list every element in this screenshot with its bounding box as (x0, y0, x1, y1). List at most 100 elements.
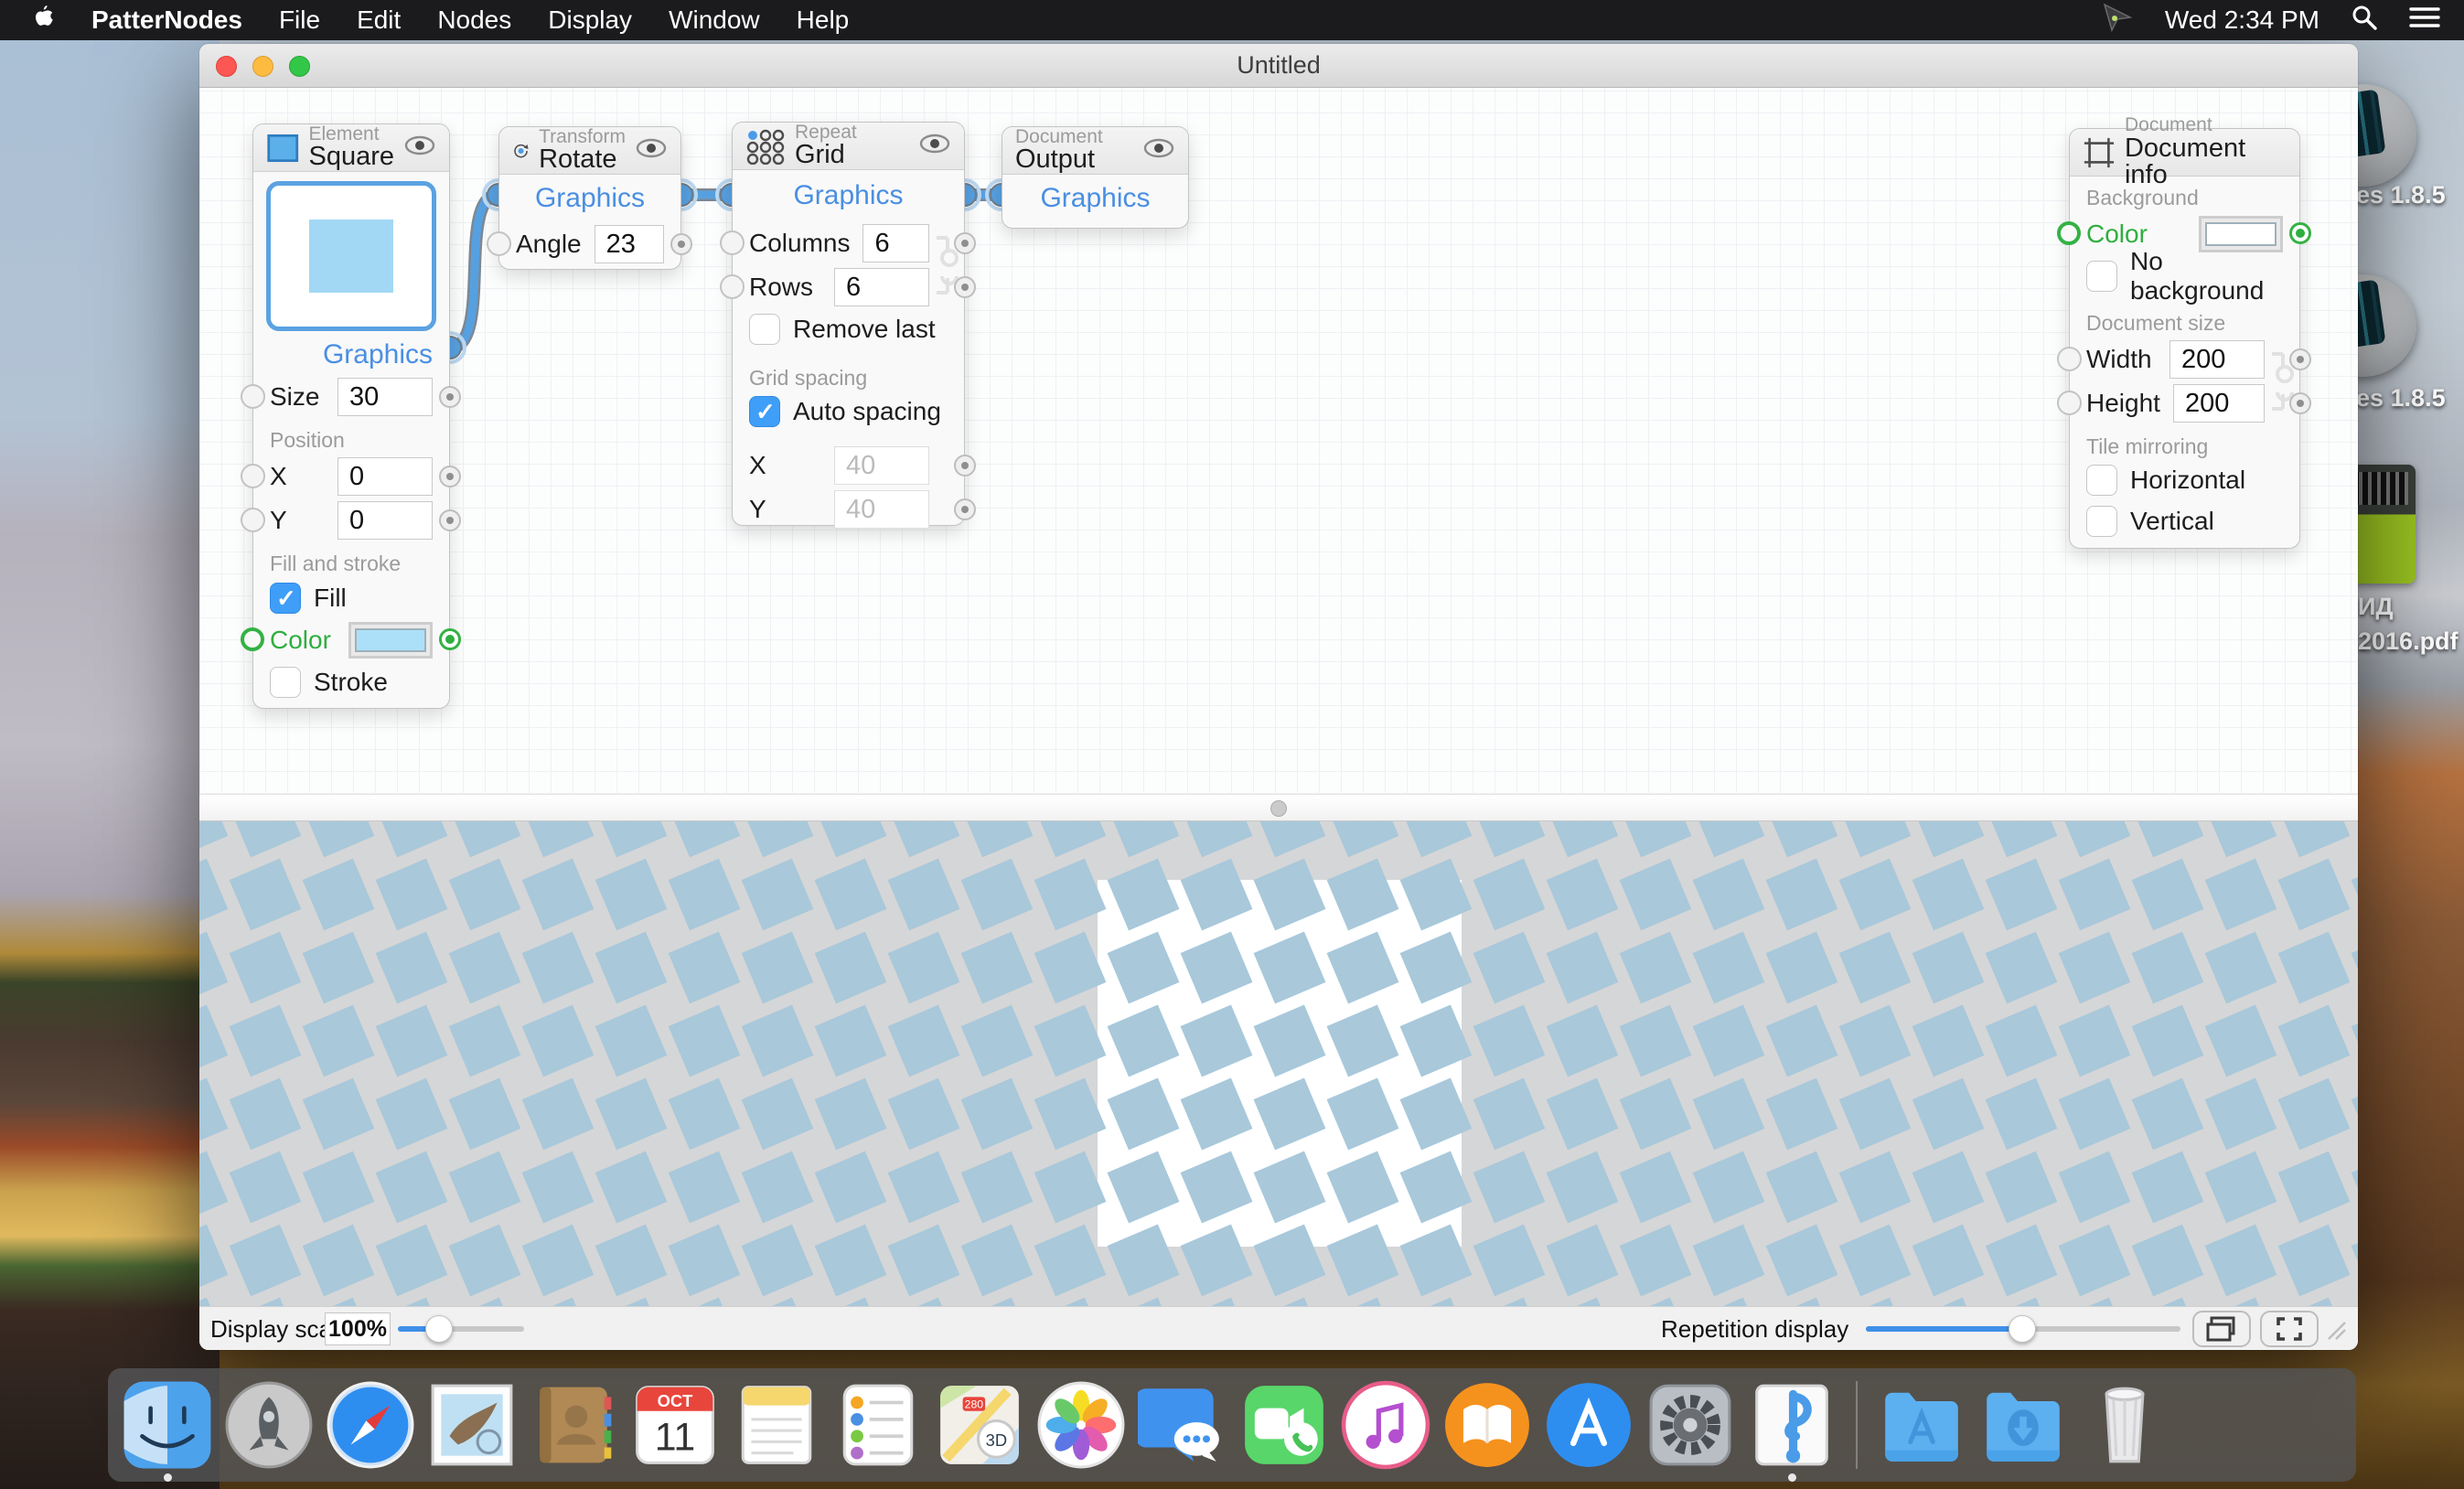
menu-item-nodes[interactable]: Nodes (437, 5, 511, 35)
dock-finder-icon[interactable] (123, 1380, 212, 1470)
notification-center-icon[interactable] (2409, 5, 2440, 37)
auto-spacing-checkbox[interactable] (749, 396, 780, 427)
node-grid-header[interactable]: Repeat Grid (733, 123, 964, 170)
desktop-icon-label[interactable]: 2016.pdf (2358, 627, 2459, 656)
node-rotate[interactable]: Transform Rotate Graphics Angle 23 (498, 126, 681, 270)
dock-downloads-folder-icon[interactable] (1978, 1380, 2068, 1470)
close-button[interactable] (216, 56, 237, 77)
menu-item-display[interactable]: Display (548, 5, 632, 35)
input-connector[interactable] (241, 384, 265, 409)
display-scaling-value[interactable]: 100% (325, 1312, 391, 1345)
size-input[interactable]: 30 (337, 378, 433, 416)
menu-clock[interactable]: Wed 2:34 PM (2165, 5, 2319, 35)
color-output-connector[interactable] (2289, 222, 2311, 244)
rows-input[interactable]: 6 (834, 268, 929, 306)
display-scaling-slider-thumb[interactable] (425, 1315, 453, 1343)
menu-item-window[interactable]: Window (669, 5, 760, 35)
node-document-info[interactable]: Document Document info Background Color … (2069, 128, 2300, 549)
output-connector[interactable] (954, 498, 976, 520)
status-arrow-icon[interactable] (2101, 3, 2134, 38)
dock-messages-icon[interactable] (1138, 1380, 1227, 1470)
columns-input[interactable]: 6 (862, 224, 929, 262)
spotlight-icon[interactable] (2351, 4, 2378, 37)
no-background-checkbox[interactable] (2086, 261, 2117, 292)
eye-icon[interactable] (635, 138, 668, 163)
pattern-preview[interactable] (199, 821, 2358, 1306)
desktop-icon-label[interactable]: es 1.8.5 (2356, 181, 2446, 209)
eye-icon[interactable] (918, 134, 951, 158)
output-connector[interactable] (954, 232, 976, 254)
angle-input[interactable]: 23 (595, 225, 664, 263)
resize-grip[interactable] (2323, 1317, 2347, 1341)
node-grid[interactable]: Repeat Grid Graphics Columns 6 (732, 122, 965, 526)
dock-appstore-icon[interactable] (1544, 1380, 1634, 1470)
dock-maps-icon[interactable]: 2803D (935, 1380, 1024, 1470)
tile-view-button[interactable] (2192, 1311, 2251, 1347)
stroke-checkbox[interactable] (270, 667, 301, 698)
input-connector[interactable] (2057, 391, 2082, 415)
remove-last-checkbox[interactable] (749, 314, 780, 345)
fill-color-swatch[interactable] (348, 622, 433, 659)
color-output-connector[interactable] (439, 628, 461, 650)
node-square[interactable]: Element Square Graphics Size 30 Position (252, 123, 450, 709)
horizontal-checkbox[interactable] (2086, 465, 2117, 496)
display-scaling-slider[interactable] (398, 1326, 524, 1332)
width-input[interactable]: 200 (2169, 340, 2265, 379)
dock-patternodes-icon[interactable] (1747, 1380, 1837, 1470)
dock-contacts-icon[interactable] (529, 1380, 618, 1470)
repetition-display-slider-thumb[interactable] (2009, 1315, 2036, 1343)
input-connector[interactable] (720, 230, 745, 255)
color-input-connector[interactable] (241, 627, 264, 651)
dock-trash-icon[interactable] (2080, 1380, 2169, 1470)
dock-reminders-icon[interactable] (833, 1380, 923, 1470)
output-connector[interactable] (439, 466, 461, 487)
output-connector[interactable] (2289, 348, 2311, 370)
input-connector[interactable] (241, 508, 265, 532)
title-bar[interactable]: Untitled (199, 44, 2358, 88)
input-connector[interactable] (2057, 347, 2082, 371)
eye-icon[interactable] (1142, 138, 1175, 163)
node-output-header[interactable]: Document Output (1002, 127, 1188, 175)
output-connector[interactable] (439, 509, 461, 531)
dock-applications-folder-icon[interactable] (1877, 1380, 1966, 1470)
node-document-info-header[interactable]: Document Document info (2070, 129, 2299, 177)
minimize-button[interactable] (252, 56, 273, 77)
height-input[interactable]: 200 (2173, 384, 2265, 423)
dock-notes-icon[interactable] (732, 1380, 821, 1470)
split-divider[interactable] (199, 794, 2358, 821)
fill-checkbox[interactable] (270, 583, 301, 614)
desktop-icon-label[interactable]: es 1.8.5 (2356, 384, 2446, 412)
desktop-icon-label[interactable]: ИД (2358, 593, 2394, 621)
dock-launchpad-icon[interactable] (224, 1380, 314, 1470)
divider-handle[interactable] (1270, 800, 1287, 817)
dock-safari-icon[interactable] (326, 1380, 415, 1470)
menu-app-name[interactable]: PatterNodes (91, 5, 242, 35)
menu-item-edit[interactable]: Edit (357, 5, 401, 35)
output-connector[interactable] (2289, 392, 2311, 414)
dock-system-preferences-icon[interactable] (1645, 1380, 1735, 1470)
menu-item-file[interactable]: File (279, 5, 320, 35)
node-rotate-header[interactable]: Transform Rotate (499, 127, 680, 175)
output-connector[interactable] (954, 276, 976, 298)
node-canvas[interactable]: Element Square Graphics Size 30 Position (199, 88, 2358, 794)
zoom-button[interactable] (289, 56, 310, 77)
dock-photos-icon[interactable] (1036, 1380, 1126, 1470)
menu-item-help[interactable]: Help (797, 5, 850, 35)
dock-itunes-icon[interactable] (1341, 1380, 1430, 1470)
input-connector[interactable] (241, 464, 265, 488)
dock-ibooks-icon[interactable] (1442, 1380, 1532, 1470)
output-connector[interactable] (670, 233, 692, 255)
y-input[interactable]: 0 (337, 501, 433, 540)
output-connector[interactable] (439, 386, 461, 408)
eye-icon[interactable] (403, 135, 436, 160)
fullscreen-button[interactable] (2260, 1311, 2319, 1347)
vertical-checkbox[interactable] (2086, 506, 2117, 537)
spacing-y-input[interactable]: 40 (834, 490, 929, 529)
x-input[interactable]: 0 (337, 457, 433, 496)
input-connector[interactable] (720, 274, 745, 299)
node-square-header[interactable]: Element Square (253, 124, 449, 172)
dock-mail-icon[interactable] (427, 1380, 517, 1470)
node-output[interactable]: Document Output Graphics (1002, 126, 1189, 229)
output-connector[interactable] (954, 455, 976, 477)
dock-calendar-icon[interactable]: OCT11 (630, 1380, 720, 1470)
